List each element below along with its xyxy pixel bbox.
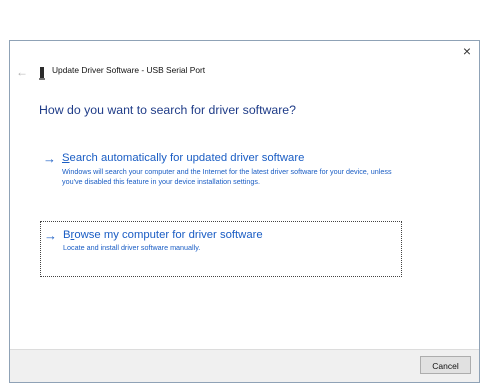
back-arrow-icon[interactable]: ← [15, 65, 29, 79]
dialog-title: Update Driver Software - USB Serial Port [52, 65, 206, 75]
search-automatically-description: Windows will search your computer and th… [62, 167, 392, 186]
option-title-text: earch automatically for updated driver s… [69, 152, 305, 164]
browse-computer-option[interactable]: → Browse my computer for driver software… [40, 221, 402, 277]
mnemonic-letter: S [62, 152, 70, 164]
page-heading: How do you want to search for driver sof… [39, 103, 296, 117]
browse-computer-description: Locate and install driver software manua… [63, 243, 201, 252]
option-title-text: owse my computer for driver software [74, 229, 263, 241]
dialog-footer: Cancel [10, 349, 479, 382]
cancel-button[interactable]: Cancel [420, 356, 471, 374]
close-icon[interactable]: × [458, 42, 476, 60]
option-title-prefix: B [63, 229, 71, 241]
browse-computer-title[interactable]: Browse my computer for driver software [63, 229, 263, 241]
update-driver-dialog: × ← Update Driver Software - USB Serial … [9, 40, 480, 383]
search-automatically-option[interactable]: → Search automatically for updated drive… [40, 145, 402, 205]
arrow-right-icon: → [43, 151, 56, 166]
arrow-right-icon: → [44, 228, 57, 243]
usb-device-icon [39, 67, 45, 80]
search-automatically-title[interactable]: Search automatically for updated driver … [62, 152, 304, 164]
background-window [0, 0, 484, 40]
